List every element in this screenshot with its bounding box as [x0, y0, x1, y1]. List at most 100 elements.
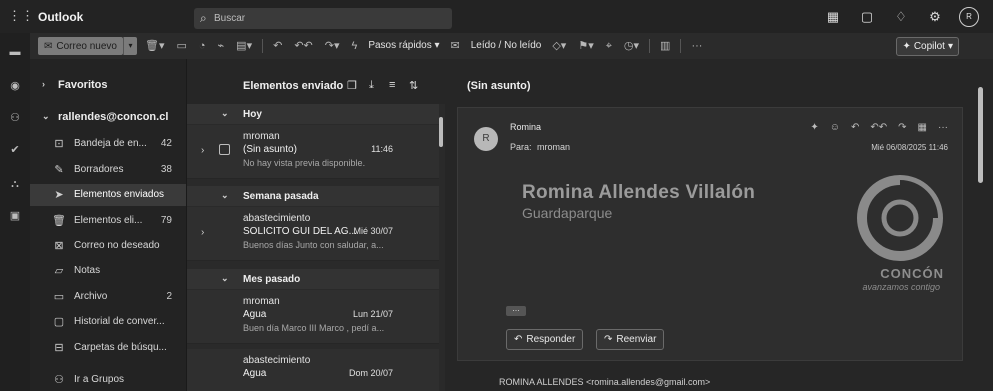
- send-icon: ➤: [54, 189, 64, 201]
- divider: [262, 39, 264, 53]
- people-icon[interactable]: ⚇: [8, 111, 22, 125]
- favorites-header[interactable]: › Favoritos: [30, 75, 186, 97]
- more-icon[interactable]: ···: [938, 122, 948, 133]
- search-box[interactable]: ⌕: [194, 8, 452, 29]
- reply-icon[interactable]: ↶: [851, 122, 859, 133]
- sort-icon[interactable]: ⤓: [369, 79, 374, 92]
- report-icon[interactable]: ◔: [195, 37, 210, 55]
- mail-icon[interactable]: ▬: [8, 45, 22, 59]
- forward-icon[interactable]: ↷▾: [321, 37, 344, 55]
- top-icons: ▦ ▢ ♢ ⚙ R: [823, 7, 979, 27]
- reading-scrollbar[interactable]: [978, 87, 983, 183]
- filter-icon[interactable]: ≡: [389, 79, 395, 91]
- select-checkbox[interactable]: [219, 144, 230, 155]
- signature-role: Guardaparque: [522, 205, 613, 221]
- chevron-right-icon[interactable]: ›: [201, 145, 204, 156]
- flag-icon[interactable]: ⚑▾: [574, 37, 597, 55]
- reply-button[interactable]: ↶ Responder: [506, 329, 584, 350]
- list-item[interactable]: abastecimiento Agua Dom 20/07: [187, 349, 439, 391]
- list-item[interactable]: mroman Agua Lun 21/07 Buen día Marco III…: [187, 290, 439, 344]
- folder-archive[interactable]: ▭ Archivo 2: [30, 286, 186, 308]
- copilot-icon[interactable]: ✦: [810, 122, 818, 133]
- app-launcher-icon[interactable]: ⋮⋮: [8, 9, 34, 23]
- archive-icon[interactable]: ▭: [172, 37, 190, 55]
- todo-icon[interactable]: ✔: [8, 143, 22, 157]
- group-header[interactable]: ⌄ Semana pasada: [187, 186, 439, 206]
- org-icon[interactable]: ⛬: [8, 177, 22, 191]
- chat-icon[interactable]: ▢: [857, 7, 877, 27]
- read-unread-icon: ✉: [450, 40, 460, 52]
- logo-tagline: avanzamos contigo: [862, 282, 940, 292]
- folder-search-folders[interactable]: ⊟ Carpetas de búsqu...: [30, 337, 186, 359]
- compose-icon: ✉: [44, 40, 53, 52]
- emoji-icon[interactable]: ☺: [830, 122, 840, 133]
- read-unread-button[interactable]: Leído / No leído: [468, 37, 545, 55]
- folder-sent[interactable]: ➤ Elementos enviados: [30, 184, 186, 206]
- new-mail-button[interactable]: ✉ Correo nuevo: [38, 37, 123, 55]
- sweep-icon[interactable]: ⌁: [214, 37, 229, 55]
- move-icon[interactable]: ▤▾: [232, 37, 256, 55]
- sender-name[interactable]: Romina: [510, 122, 541, 132]
- calendar-icon[interactable]: ◉: [8, 79, 22, 93]
- delete-icon[interactable]: 🗑▾: [141, 37, 169, 55]
- apps-icon[interactable]: ▣: [8, 209, 22, 223]
- divider: [649, 39, 651, 53]
- folder-junk[interactable]: ⊠ Correo no deseado: [30, 235, 186, 257]
- gear-icon[interactable]: ⚙: [925, 7, 945, 27]
- list-item[interactable]: › abastecimiento SOLICITO GUI DEL AG... …: [187, 207, 439, 261]
- sender-avatar[interactable]: R: [474, 127, 498, 151]
- archive-icon: ▭: [53, 291, 65, 303]
- reply-icon[interactable]: ↶: [269, 37, 286, 55]
- app-rail: ▬ ◉ ⚇ ✔ ⛬ ▣: [0, 33, 30, 391]
- folder-conversation-history[interactable]: ▢ Historial de conver...: [30, 311, 186, 333]
- copy-icon[interactable]: ❐: [347, 79, 357, 92]
- apps-icon[interactable]: ▦: [918, 122, 927, 133]
- list-item[interactable]: › mroman (Sin asunto) 11:46 No hay vista…: [187, 125, 439, 179]
- group-header[interactable]: ⌄ Hoy: [187, 104, 439, 124]
- pin-icon[interactable]: ⌖: [602, 37, 616, 55]
- chevron-down-icon: ⌄: [42, 111, 50, 121]
- sort-order-icon[interactable]: ⇅: [409, 79, 418, 92]
- view-icon[interactable]: ▥: [656, 37, 674, 55]
- account-avatar[interactable]: R: [959, 7, 979, 27]
- chevron-down-icon: ⌄: [221, 108, 229, 118]
- message-date: Mié 06/08/2025 11:46: [871, 143, 948, 152]
- reply-all-icon[interactable]: ↶↶: [290, 37, 316, 55]
- next-message-sender[interactable]: ROMINA ALLENDES <romina.allendes@gmail.c…: [499, 377, 710, 387]
- chevron-down-icon: ⌄: [221, 190, 229, 200]
- tag-icon[interactable]: ◇▾: [548, 37, 570, 55]
- forward-button[interactable]: ↷ Reenviar: [596, 329, 665, 350]
- copilot-button[interactable]: ✦ Copilot ▾: [896, 37, 959, 56]
- chevron-right-icon[interactable]: ›: [201, 227, 204, 238]
- search-input[interactable]: [214, 10, 444, 27]
- folder-notes[interactable]: ▱ Notas: [30, 260, 186, 282]
- folder-deleted[interactable]: 🗑 Elementos eli... 79: [30, 210, 186, 232]
- folder-icon: ▢: [53, 316, 65, 328]
- quick-steps-button[interactable]: Pasos rápidos ▾: [365, 37, 442, 55]
- list-title: Elementos enviado: [243, 80, 344, 92]
- to-label: Para:: [510, 142, 532, 152]
- title-bar: ⋮⋮ Outlook ⌕ ▦ ▢ ♢ ⚙ R: [0, 0, 993, 33]
- snooze-icon[interactable]: ◷▾: [620, 37, 643, 55]
- show-trimmed-content-button[interactable]: …: [506, 305, 526, 316]
- reply-all-icon[interactable]: ↶↶: [870, 122, 887, 133]
- note-icon: ▱: [54, 265, 64, 277]
- message-subject: (Sin asunto): [467, 80, 531, 92]
- list-header: Elementos enviado ❐ ⤓ ≡ ⇅: [187, 59, 446, 104]
- search-icon: ⌕: [200, 11, 207, 25]
- bell-icon[interactable]: ♢: [891, 7, 911, 27]
- new-mail-dropdown[interactable]: ▾: [122, 37, 137, 55]
- forward-icon[interactable]: ↷: [898, 122, 906, 133]
- go-to-groups-link[interactable]: ⚇ Ir a Grupos: [30, 369, 186, 391]
- more-icon[interactable]: ···: [687, 37, 706, 55]
- chevron-down-icon: ▾: [947, 41, 953, 52]
- folder-pane: › Favoritos ⌄ rallendes@concon.cl ⊡ Band…: [30, 59, 186, 391]
- list-scrollbar[interactable]: [439, 117, 443, 147]
- chevron-right-icon: ›: [42, 79, 45, 89]
- folder-inbox[interactable]: ⊡ Bandeja de en... 42: [30, 133, 186, 155]
- grid-icon[interactable]: ▦: [823, 7, 843, 27]
- group-header[interactable]: ⌄ Mes pasado: [187, 269, 439, 289]
- account-header[interactable]: ⌄ rallendes@concon.cl: [30, 107, 186, 129]
- to-value[interactable]: mroman: [537, 142, 570, 152]
- folder-drafts[interactable]: ✎ Borradores 38: [30, 159, 186, 181]
